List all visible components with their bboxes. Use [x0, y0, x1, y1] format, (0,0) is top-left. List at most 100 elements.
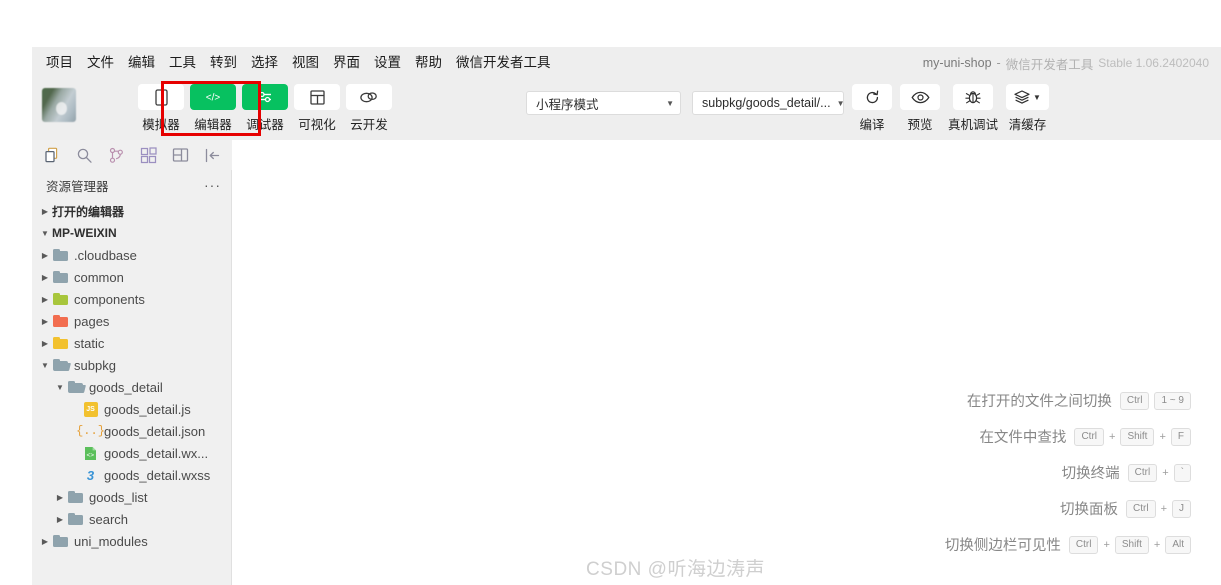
file-css-icon: 3 — [86, 467, 95, 483]
key-plus: + — [1159, 430, 1166, 443]
menu-item-7[interactable]: 视图 — [286, 51, 325, 75]
debug-layout-icon[interactable] — [164, 142, 196, 168]
chevron-down-icon: ▼ — [1033, 92, 1041, 102]
tree-folder-row[interactable]: ▶ .cloudbase — [32, 244, 231, 266]
toolbar-action-1[interactable]: 编译 — [852, 84, 892, 133]
toolbar-right-buttons: 编译 预览 真机调试 ▼ 清缓存 — [852, 84, 1057, 133]
menu-item-5[interactable]: 转到 — [204, 51, 243, 75]
menu-item-3[interactable]: 编辑 — [122, 51, 161, 75]
menu-item-10[interactable]: 帮助 — [409, 51, 448, 75]
tree-section-2[interactable]: ▼ MP-WEIXIN — [32, 222, 231, 244]
toolbar-action-label: 真机调试 — [948, 118, 999, 132]
extensions-icon[interactable] — [132, 142, 164, 168]
tree-file-row[interactable]: ▶<>goods_detail.wx... — [32, 442, 231, 464]
tree-folder-row[interactable]: ▼ subpkg — [32, 354, 231, 376]
toolbar-action-3[interactable]: 真机调试 — [948, 84, 998, 133]
shortcut-label: 切换终端 — [1061, 466, 1120, 482]
key-cap: Ctrl — [1068, 535, 1099, 554]
toolbar-button-5[interactable]: 云开发 — [346, 84, 392, 133]
toolbar-action-4[interactable]: ▼ 清缓存 — [1006, 84, 1049, 133]
code-icon: </> — [190, 84, 236, 110]
page-path-value: subpkg/goods_detail/... — [702, 96, 831, 110]
explorer-icon[interactable] — [36, 142, 68, 168]
tree-folder-row[interactable]: ▶ search — [32, 508, 231, 530]
more-actions-icon[interactable]: ··· — [204, 177, 221, 193]
page-path-select[interactable]: subpkg/goods_detail/... ▼ — [692, 91, 845, 115]
toolbar-button-4[interactable]: 可视化 — [294, 84, 340, 133]
toolbar-action-label: 预览 — [907, 118, 933, 132]
tree-node-label: uni_modules — [74, 533, 148, 549]
tree-folder-row[interactable]: ▶ components — [32, 288, 231, 310]
toolbar-button-label: 模拟器 — [142, 118, 180, 132]
tree-node-label: goods_detail — [89, 379, 163, 395]
shortcut-label: 在打开的文件之间切换 — [966, 394, 1112, 410]
shortcut-hint: 切换侧边栏可见性 Ctrl + Shift + Alt — [945, 534, 1191, 555]
tree-folder-row[interactable]: ▶ goods_list — [32, 486, 231, 508]
folder-icon — [52, 533, 69, 549]
menu-item-11[interactable]: 微信开发者工具 — [450, 51, 557, 75]
layout-icon — [294, 84, 340, 110]
bug-icon — [953, 84, 993, 110]
toolbar-action-label: 编译 — [859, 118, 885, 132]
tree-folder-row[interactable]: ▶ uni_modules — [32, 530, 231, 552]
tree-node-label: static — [74, 335, 105, 351]
shortcut-keys: Ctrl + J — [1126, 499, 1191, 518]
tree-folder-row[interactable]: ▼ goods_detail — [32, 376, 231, 398]
tree-file-row[interactable]: ▶JSgoods_detail.js — [32, 398, 231, 420]
chevron-right-icon: ▶ — [41, 206, 49, 216]
tree-folder-row[interactable]: ▶ common — [32, 266, 231, 288]
phone-icon — [138, 84, 184, 110]
shortcut-hint: 在文件中查找 Ctrl + Shift + F — [979, 426, 1191, 447]
toolbar-button-1[interactable]: 模拟器 — [138, 84, 184, 133]
menu-item-6[interactable]: 选择 — [245, 51, 284, 75]
menu-item-list: 项目 文件 编辑 工具 转到 选择 视图 界面 设置 帮助 微信开发者工具 — [32, 51, 559, 75]
tree-node-label: components — [74, 291, 145, 307]
key-plus: + — [1162, 466, 1169, 479]
toolbar-button-label: 调试器 — [246, 118, 284, 132]
tree-file-row[interactable]: ▶{..}goods_detail.json — [32, 420, 231, 442]
chevron-down-icon: ▼ — [666, 98, 674, 108]
chevron-down-icon: ▼ — [41, 360, 49, 370]
folder-icon — [52, 291, 69, 307]
compile-mode-select[interactable]: 小程序模式 ▼ — [526, 91, 681, 115]
key-plus: + — [1109, 430, 1116, 443]
key-plus: + — [1153, 538, 1161, 551]
menu-item-9[interactable]: 设置 — [368, 51, 407, 75]
shortcut-hint: 切换面板 Ctrl + J — [1060, 498, 1191, 519]
window-title-separator: - — [996, 56, 1001, 70]
chevron-right-icon: ▶ — [41, 536, 49, 546]
key-plus: + — [1160, 502, 1167, 515]
menu-item-1[interactable]: 项目 — [40, 51, 79, 75]
window-title: my-uni-shop - 微信开发者工具 Stable 1.06.240204… — [923, 47, 1209, 79]
toolbar-button-2[interactable]: </> 编辑器 — [190, 84, 236, 133]
eye-icon — [900, 84, 940, 110]
tree-node-label: goods_list — [89, 489, 148, 505]
shortcut-label: 切换侧边栏可见性 — [944, 538, 1061, 554]
chevron-down-icon: ▼ — [836, 98, 845, 108]
editor-area: 在打开的文件之间切换 Ctrl 1 ~ 9 在文件中查找 Ctrl + Shift + F 切换终… — [233, 140, 1221, 585]
tree-node-label: .cloudbase — [74, 247, 137, 263]
shortcut-keys: Ctrl + Shift + Alt — [1068, 535, 1191, 554]
source-control-icon[interactable] — [100, 142, 132, 168]
tree-section-1[interactable]: ▶ 打开的编辑器 — [32, 200, 231, 222]
tree-folder-row[interactable]: ▶ static — [32, 332, 231, 354]
toolbar-button-3[interactable]: 调试器 — [242, 84, 288, 133]
search-icon[interactable] — [68, 142, 100, 168]
collapse-sidebar-icon[interactable] — [196, 142, 228, 168]
folder-icon — [67, 489, 84, 505]
user-avatar[interactable] — [42, 88, 76, 122]
toolbar-action-2[interactable]: 预览 — [900, 84, 940, 133]
key-plus: + — [1103, 538, 1110, 551]
key-cap: Ctrl — [1127, 463, 1158, 482]
toolbar-button-label: 可视化 — [298, 118, 336, 132]
folder-icon — [52, 269, 69, 285]
chevron-down-icon: ▼ — [41, 228, 49, 238]
refresh-icon — [852, 84, 892, 110]
tree-file-row[interactable]: ▶3goods_detail.wxss — [32, 464, 231, 486]
menu-item-4[interactable]: 工具 — [163, 51, 202, 75]
window-title-app: 微信开发者工具 — [1005, 57, 1094, 72]
tree-folder-row[interactable]: ▶ pages — [32, 310, 231, 332]
shortcut-hint: 在打开的文件之间切换 Ctrl 1 ~ 9 — [967, 390, 1191, 411]
menu-item-2[interactable]: 文件 — [81, 51, 120, 75]
menu-item-8[interactable]: 界面 — [327, 51, 366, 75]
